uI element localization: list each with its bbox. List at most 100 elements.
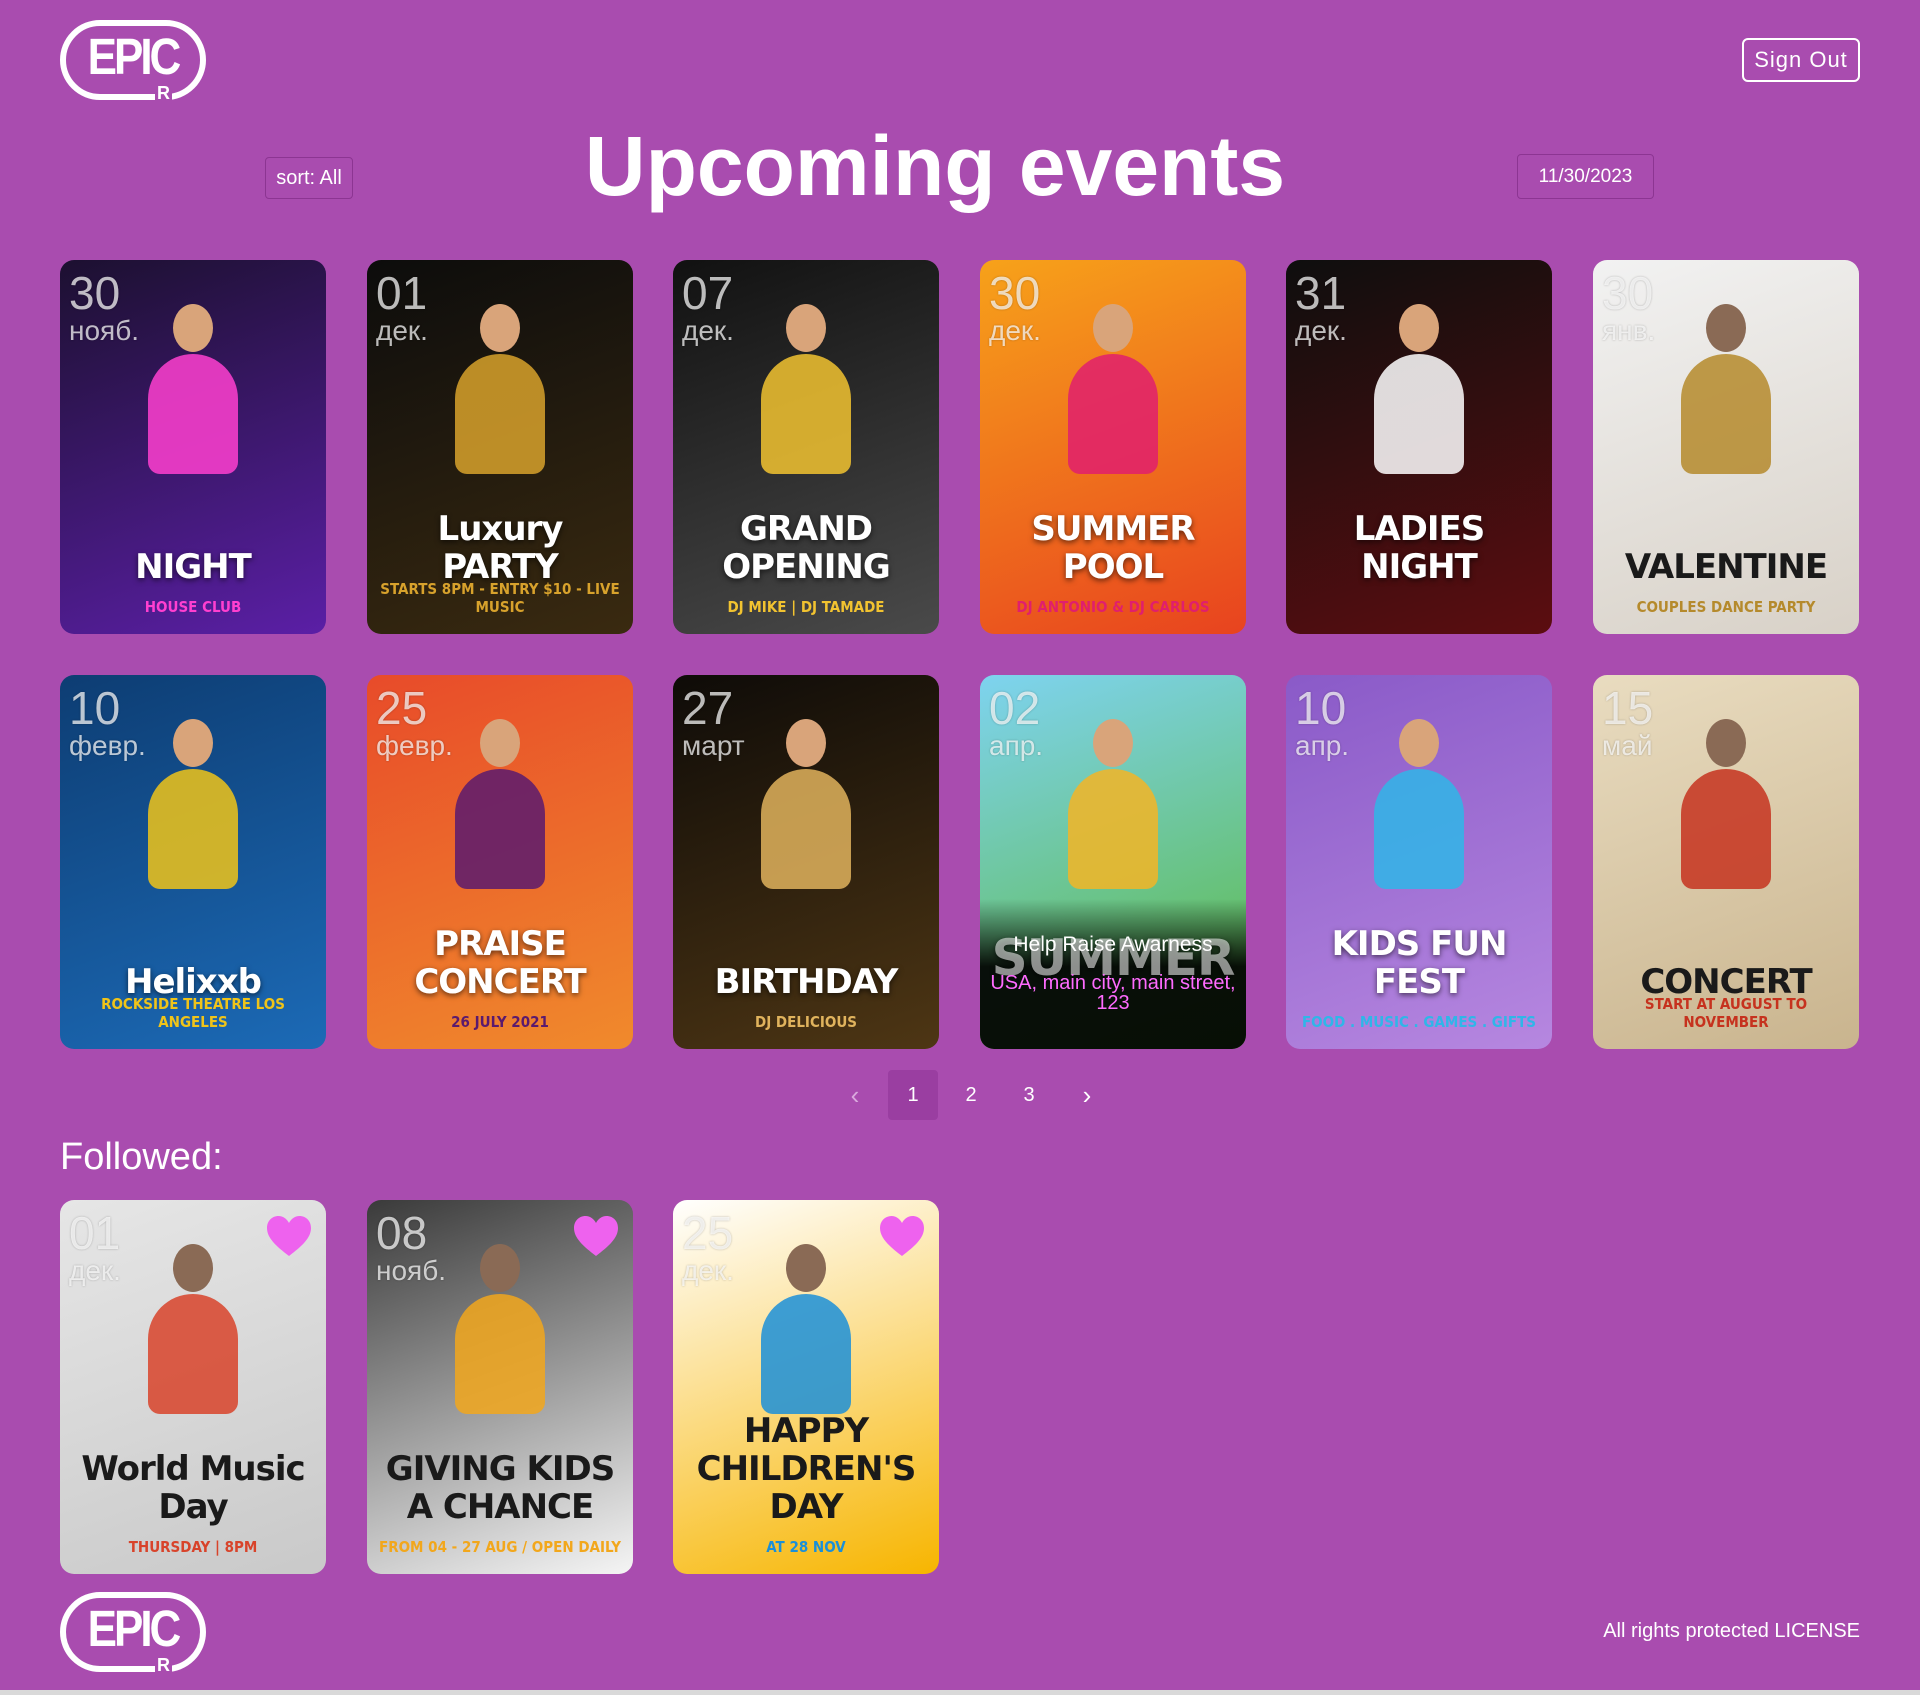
heart-icon[interactable] [573,1214,619,1258]
logo-sub: R [155,83,172,103]
pagination-page-3[interactable]: 3 [1004,1070,1054,1120]
date-badge: 25 февр. [376,685,453,761]
logo-text: EPIC [87,29,182,86]
event-card[interactable]: CONCERT START AT AUGUST TO NOVEMBER 15 май [1593,675,1859,1049]
pagination-next-button[interactable]: › [1062,1070,1112,1120]
date-day: 25 [682,1207,734,1259]
poster-title: VALENTINE [1624,547,1828,587]
poster-subtitle: AT 28 NOV [766,1538,846,1556]
poster-figure [1058,304,1168,474]
poster-subtitle: DJ MIKE | DJ TAMADE [727,598,885,616]
poster-figure [751,1244,861,1414]
followed-event-card[interactable]: World Music Day THURSDAY | 8PM 01 дек. [60,1200,326,1574]
event-card[interactable]: VALENTINE COUPLES DANCE PARTY 30 янв. [1593,260,1859,634]
heart-icon[interactable] [879,1214,925,1258]
date-badge: 27 март [682,685,745,761]
event-card[interactable]: NIGHT HOUSE CLUB 30 нояб. [60,260,326,634]
poster-figure [138,1244,248,1414]
poster-subtitle: START AT AUGUST TO NOVEMBER [1644,995,1808,1031]
date-picker[interactable]: 11/30/2023 [1517,154,1654,199]
pagination-page-1[interactable]: 1 [888,1070,938,1120]
date-badge: 25 дек. [682,1210,734,1286]
logo[interactable]: EPIC R [60,20,206,103]
poster-subtitle: FOOD . MUSIC . GAMES . GIFTS [1301,1013,1537,1031]
date-month: апр. [1295,730,1350,761]
poster-subtitle: HOUSE CLUB [144,598,242,616]
event-card[interactable]: GRAND OPENING DJ MIKE | DJ TAMADE 07 дек. [673,260,939,634]
date-day: 10 [1295,682,1347,734]
poster-subtitle: THURSDAY | 8PM [128,1538,258,1556]
date-month: дек. [69,1255,121,1286]
date-month: февр. [69,730,146,761]
date-day: 15 [1602,682,1654,734]
footer-logo-text: EPIC [87,1601,182,1658]
event-overlay-address: USA, main city, main street, 123 [990,972,1236,1014]
poster-figure [1364,304,1474,474]
event-card[interactable]: KIDS FUN FEST FOOD . MUSIC . GAMES . GIFT… [1286,675,1552,1049]
date-badge: 02 апр. [989,685,1043,761]
date-month: февр. [376,730,453,761]
date-badge: 30 нояб. [69,270,139,346]
bottom-divider [0,1690,1920,1695]
poster-subtitle: ROCKSIDE THEATRE LOS ANGELES [101,995,285,1031]
poster-title: HAPPY CHILDREN'S DAY [696,1411,917,1527]
followed-event-card[interactable]: HAPPY CHILDREN'S DAY AT 28 NOV 25 дек. [673,1200,939,1574]
event-card[interactable]: SUMMER Help Raise Awarness USA, main city,… [980,675,1246,1049]
event-overlay-title: Help Raise Awarness [1013,933,1213,956]
date-badge: 01 дек. [376,270,428,346]
date-month: нояб. [376,1255,447,1286]
poster-figure [445,1244,555,1414]
date-day: 30 [1602,267,1654,319]
poster-title: SUMMER POOL [1031,509,1195,587]
event-card[interactable]: BIRTHDAY DJ DELICIOUS 27 март [673,675,939,1049]
poster-figure [1058,719,1168,889]
heart-icon[interactable] [266,1214,312,1258]
pagination-prev-button[interactable]: ‹ [830,1070,880,1120]
poster-title: KIDS FUN FEST [1331,924,1508,1002]
poster-figure [138,304,248,474]
pagination-page-2[interactable]: 2 [946,1070,996,1120]
sort-button[interactable]: sort: All [265,157,353,199]
date-day: 08 [376,1207,428,1259]
date-month: март [682,730,745,761]
date-badge: 10 февр. [69,685,146,761]
date-badge: 30 дек. [989,270,1041,346]
date-day: 02 [989,682,1041,734]
footer-logo[interactable]: EPIC R [60,1592,206,1675]
poster-subtitle: 26 JULY 2021 [451,1013,549,1031]
date-month: дек. [376,315,428,346]
poster-subtitle: FROM 04 - 27 AUG / OPEN DAILY [378,1538,622,1556]
footer-license-text: All rights protected LICENSE [1603,1620,1860,1642]
followed-event-card[interactable]: GIVING KIDS A CHANCE FROM 04 - 27 AUG / O… [367,1200,633,1574]
date-day: 30 [69,267,121,319]
date-day: 27 [682,682,734,734]
poster-figure [445,304,555,474]
poster-title: Luxury PARTY [437,509,564,587]
pagination: ‹ 1 2 3 › [830,1070,1112,1120]
poster-figure [1671,719,1781,889]
date-month: дек. [682,315,734,346]
date-day: 30 [989,267,1041,319]
sign-out-button[interactable]: Sign Out [1742,38,1860,82]
poster-subtitle: DJ DELICIOUS [754,1013,858,1031]
event-card[interactable]: Luxury PARTY STARTS 8PM - ENTRY $10 - LIV… [367,260,633,634]
poster-title: BIRTHDAY [714,962,899,1002]
poster-figure [751,304,861,474]
poster-subtitle: COUPLES DANCE PARTY [1636,598,1816,616]
poster-subtitle: STARTS 8PM - ENTRY $10 - LIVE MUSIC [380,580,620,616]
poster-figure [1671,304,1781,474]
date-month: нояб. [69,315,140,346]
date-badge: 08 нояб. [376,1210,446,1286]
followed-heading: Followed: [60,1136,223,1178]
event-card[interactable]: SUMMER POOL DJ ANTONIO & DJ CARLOS 30 дек. [980,260,1246,634]
event-card[interactable]: LADIES NIGHT 31 дек. [1286,260,1552,634]
event-card[interactable]: Helixxb ROCKSIDE THEATRE LOS ANGELES 10 фев… [60,675,326,1049]
event-card[interactable]: PRAISE CONCERT 26 JULY 2021 25 февр. [367,675,633,1049]
date-day: 31 [1295,267,1347,319]
date-badge: 10 апр. [1295,685,1349,761]
date-day: 01 [69,1207,121,1259]
poster-figure [138,719,248,889]
date-badge: 01 дек. [69,1210,121,1286]
footer-logo-sub: R [155,1655,172,1675]
date-month: янв. [1602,315,1656,346]
